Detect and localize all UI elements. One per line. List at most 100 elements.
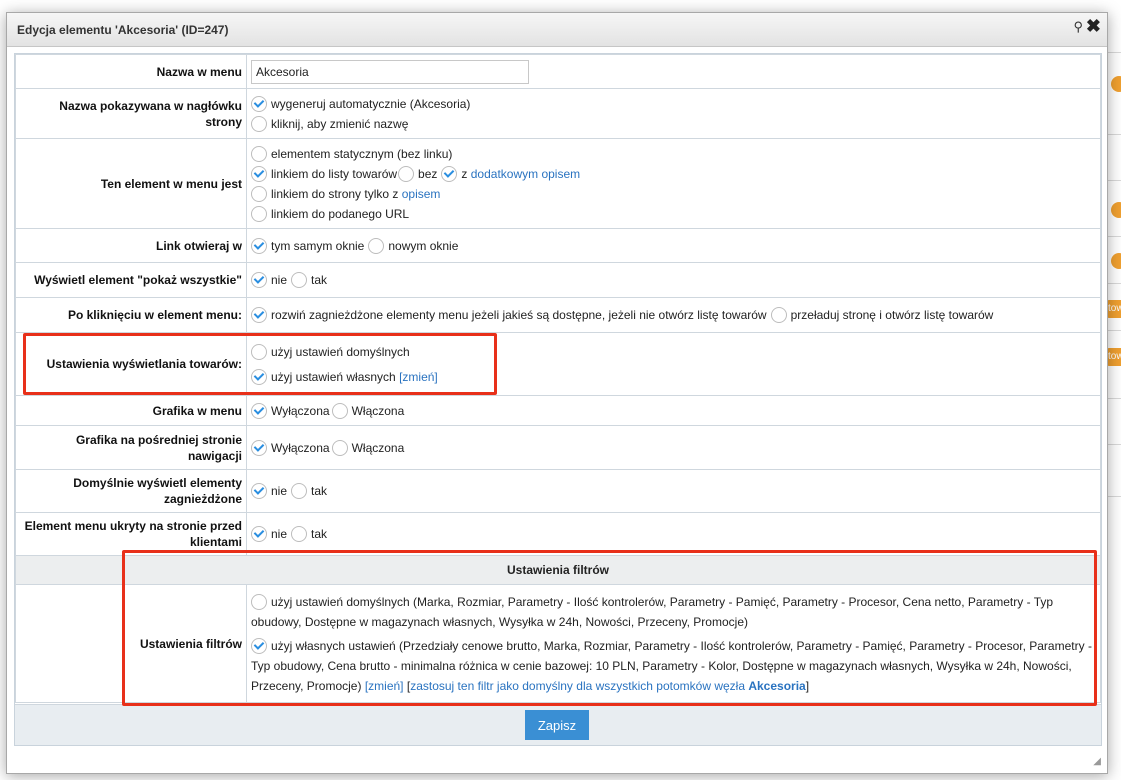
- option-label: Wyłączona: [271, 403, 330, 418]
- additional-description-link[interactable]: dodatkowym opisem: [471, 164, 580, 184]
- option-label: Włączona: [351, 440, 405, 455]
- radio-unchecked[interactable]: [251, 145, 267, 162]
- apply-filter-default-link[interactable]: zastosuj ten filtr jako domyślny dla wsz…: [410, 679, 806, 693]
- radio-checked[interactable]: [251, 638, 267, 655]
- row-on-click: Po kliknięciu w element menu: rozwiń zag…: [15, 297, 1101, 333]
- radio-unchecked[interactable]: [398, 165, 415, 182]
- dialog-titlebar[interactable]: Edycja elementu 'Akcesoria' (ID=247) ⚲ ✖: [7, 13, 1107, 47]
- row-link-open: Link otwieraj w tym samym oknie nowym ok…: [15, 228, 1101, 263]
- row-product-display: Ustawienia wyświetlania towarów: użyj us…: [15, 332, 1101, 396]
- radio-checked[interactable]: [251, 272, 267, 288]
- option-label: nie: [271, 484, 288, 498]
- field-label: Ustawienia wyświetlania towarów:: [15, 332, 247, 396]
- dialog-title: Edycja elementu 'Akcesoria' (ID=247): [17, 23, 229, 37]
- radio-checked[interactable]: [251, 402, 267, 419]
- option-label: nie: [271, 527, 288, 541]
- change-filters-link[interactable]: [zmień]: [365, 679, 404, 693]
- radio-unchecked[interactable]: [368, 237, 385, 254]
- option-label: nie: [271, 273, 288, 287]
- menu-name-input[interactable]: [251, 59, 529, 84]
- bracket: ]: [805, 678, 810, 693]
- close-icon[interactable]: ✖: [1086, 16, 1101, 37]
- radio-unchecked[interactable]: [770, 307, 787, 323]
- radio-unchecked[interactable]: [251, 205, 267, 222]
- radio-checked[interactable]: [441, 165, 458, 182]
- option-label: nowym oknie: [388, 238, 459, 253]
- field-label: Nazwa pokazywana w nagłówku strony: [15, 88, 247, 139]
- row-element-type: Ten element w menu jest elementem statyc…: [15, 138, 1101, 229]
- option-label: użyj ustawień własnych: [271, 369, 396, 384]
- option-label: tak: [311, 484, 328, 498]
- field-label: Link otwieraj w: [15, 228, 247, 263]
- field-label: Grafika w menu: [15, 395, 247, 426]
- option-label: wygeneruj automatycznie (Akcesoria): [271, 96, 471, 111]
- background-badge: [1111, 202, 1121, 218]
- option-label: rozwiń zagnieżdżone elementy menu jeżeli…: [271, 308, 767, 322]
- option-label: przeładuj stronę i otwórz listę towarów: [790, 308, 994, 322]
- field-label: Domyślnie wyświetl elementy zagnieżdżone: [15, 469, 247, 513]
- option-label: użyj ustawień domyślnych (Marka, Rozmiar…: [251, 594, 1054, 629]
- apply-filter-text: zastosuj ten filtr jako domyślny dla wsz…: [410, 678, 745, 693]
- radio-unchecked[interactable]: [291, 526, 308, 542]
- radio-unchecked[interactable]: [251, 594, 267, 611]
- radio-checked[interactable]: [251, 307, 267, 323]
- field-label: Wyświetl element "pokaż wszystkie": [15, 262, 247, 298]
- background-badge: [1111, 76, 1121, 92]
- option-label: Włączona: [351, 403, 405, 418]
- field-label: Po kliknięciu w element menu:: [15, 297, 247, 333]
- radio-checked[interactable]: [251, 237, 267, 254]
- row-menu-name: Nazwa w menu: [15, 54, 1101, 89]
- radio-checked[interactable]: [251, 95, 267, 112]
- option-label: linkiem do podanego URL: [271, 206, 410, 221]
- radio-unchecked[interactable]: [291, 272, 308, 288]
- field-label: Ten element w menu jest: [15, 138, 247, 229]
- save-button[interactable]: Zapisz: [525, 710, 589, 740]
- section-title: Ustawienia filtrów: [15, 555, 1101, 585]
- background-badge: [1111, 253, 1121, 269]
- change-display-link[interactable]: [zmień]: [399, 367, 438, 387]
- row-filters: Ustawienia filtrów użyj ustawień domyśln…: [15, 584, 1101, 703]
- option-label: tym samym oknie: [271, 238, 365, 253]
- radio-checked[interactable]: [251, 439, 267, 456]
- row-default-nested: Domyślnie wyświetl elementy zagnieżdżone…: [15, 469, 1101, 513]
- settings-form: Nazwa w menu Nazwa pokazywana w nagłówku…: [15, 54, 1101, 703]
- option-label: kliknij, aby zmienić nazwę: [271, 116, 409, 131]
- row-menu-graphic: Grafika w menu Wyłączona Włączona: [15, 395, 1101, 426]
- radio-unchecked[interactable]: [251, 343, 267, 360]
- field-label: Element menu ukryty na stronie przed kli…: [15, 512, 247, 556]
- radio-unchecked[interactable]: [331, 439, 348, 456]
- field-label: Ustawienia filtrów: [15, 584, 247, 703]
- row-filters-header: Ustawienia filtrów: [15, 555, 1101, 585]
- radio-checked[interactable]: [251, 368, 267, 385]
- background-tag: tow: [1106, 300, 1121, 318]
- background-tag: tow: [1106, 348, 1121, 366]
- radio-checked[interactable]: [251, 165, 267, 182]
- option-label: elementem statycznym (bez linku): [271, 146, 453, 161]
- option-label: tak: [311, 273, 328, 287]
- option-label: tak: [311, 527, 328, 541]
- option-label: linkiem do listy towarów: [271, 166, 398, 181]
- radio-unchecked[interactable]: [291, 483, 308, 499]
- option-label: linkiem do strony tylko z: [271, 186, 399, 201]
- dialog-content: Nazwa w menu Nazwa pokazywana w nagłówku…: [14, 53, 1102, 746]
- option-label: użyj ustawień domyślnych: [271, 344, 410, 359]
- description-link[interactable]: opisem: [402, 184, 441, 204]
- pin-icon[interactable]: ⚲: [1073, 19, 1083, 35]
- row-intermediate-graphic: Grafika na pośredniej stronie nawigacji …: [15, 425, 1101, 470]
- radio-unchecked[interactable]: [251, 115, 267, 132]
- option-label: z: [461, 166, 468, 181]
- row-header-name: Nazwa pokazywana w nagłówku strony wygen…: [15, 88, 1101, 139]
- radio-unchecked[interactable]: [251, 185, 267, 202]
- option-label: Wyłączona: [271, 440, 330, 455]
- row-show-all: Wyświetl element "pokaż wszystkie" nie t…: [15, 262, 1101, 298]
- node-name: Akcesoria: [748, 678, 806, 693]
- resize-grip-icon[interactable]: ◢: [1093, 756, 1101, 767]
- row-hidden: Element menu ukryty na stronie przed kli…: [15, 512, 1101, 556]
- radio-checked[interactable]: [251, 483, 267, 499]
- field-label: Grafika na pośredniej stronie nawigacji: [15, 425, 247, 470]
- option-label: bez: [418, 166, 438, 181]
- button-bar: Zapisz: [15, 704, 1101, 745]
- radio-unchecked[interactable]: [331, 402, 348, 419]
- radio-checked[interactable]: [251, 526, 267, 542]
- edit-dialog: Edycja elementu 'Akcesoria' (ID=247) ⚲ ✖…: [6, 12, 1108, 774]
